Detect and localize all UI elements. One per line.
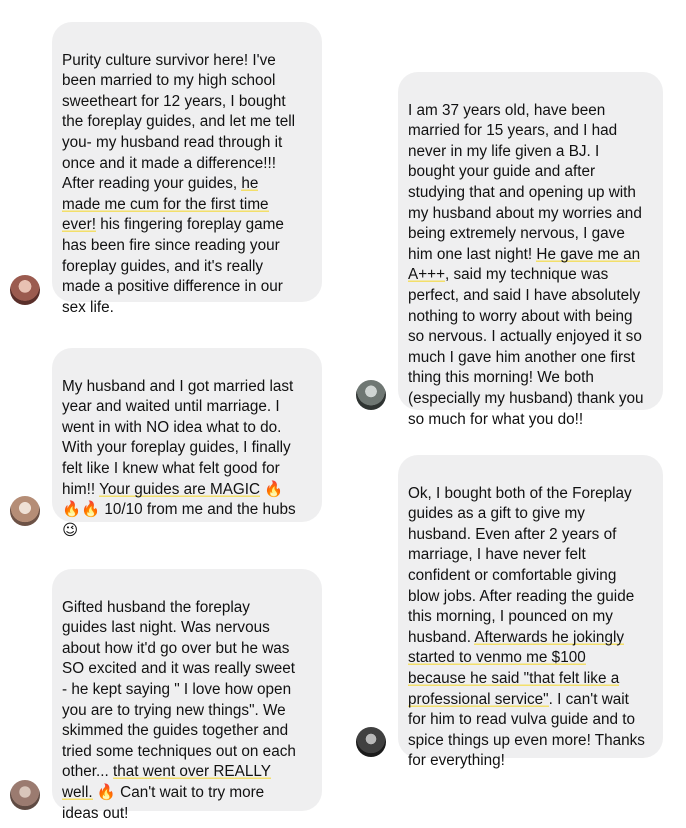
message-text: I am 37 years old, have been married for…: [408, 101, 642, 263]
avatar[interactable]: [10, 496, 40, 526]
avatar[interactable]: [10, 275, 40, 305]
avatar[interactable]: [356, 380, 386, 410]
message-bubble-4: I am 37 years old, have been married for…: [398, 72, 663, 428]
message-text: Gifted husband the foreplay guides last …: [62, 598, 296, 781]
message-bubble-5: Ok, I bought both of the Foreplay guides…: [398, 455, 663, 769]
highlighted-text: Your guides are MAGIC: [99, 480, 261, 498]
message-text: 🔥 Can't wait to try more ideas out!: [62, 783, 265, 822]
message-text: , said my technique was perfect, and sai…: [408, 266, 644, 428]
avatar[interactable]: [10, 780, 40, 810]
message-text: his fingering foreplay game has been fir…: [62, 216, 284, 316]
message-text: My husband and I got married last year a…: [62, 377, 294, 498]
message-text: Purity culture survivor here! I've been …: [62, 51, 295, 193]
message-bubble-1: Purity culture survivor here! I've been …: [52, 22, 322, 316]
message-bubble-3: Gifted husband the foreplay guides last …: [52, 569, 322, 822]
avatar[interactable]: [356, 727, 386, 757]
message-text: Ok, I bought both of the Foreplay guides…: [408, 484, 635, 646]
message-bubble-2: My husband and I got married last year a…: [52, 348, 322, 539]
